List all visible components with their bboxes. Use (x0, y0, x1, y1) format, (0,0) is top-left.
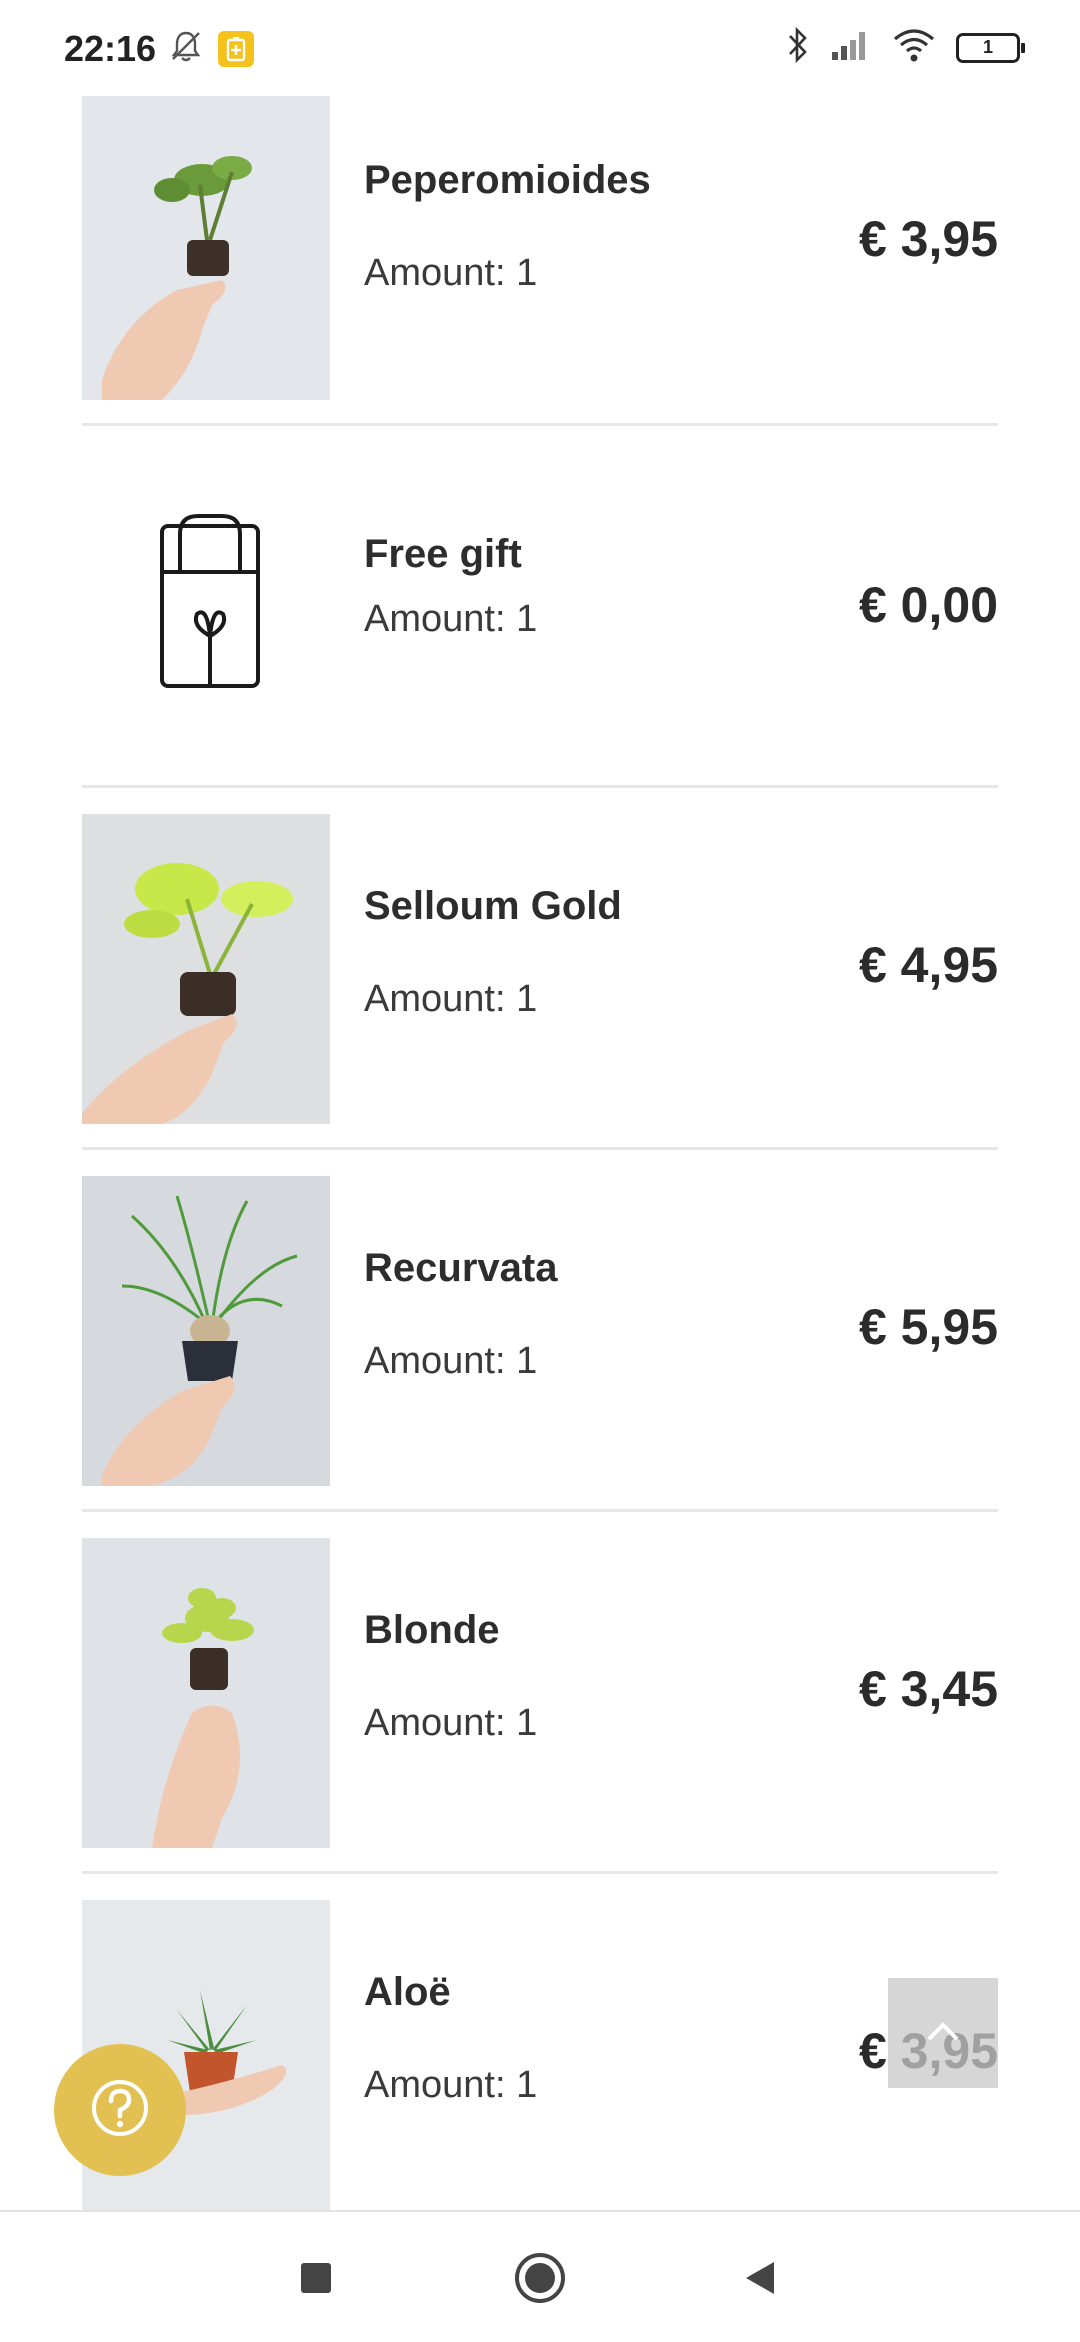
product-image-selloum-gold (82, 814, 330, 1124)
scroll-top-button[interactable] (888, 1978, 998, 2088)
cart-item[interactable]: Peperomioides Amount: 1 € 3,95 (82, 90, 998, 426)
product-image-peperomioides (82, 90, 330, 400)
product-amount: Amount: 1 (364, 1340, 538, 1382)
product-amount: Amount: 1 (364, 598, 538, 640)
product-amount: Amount: 1 (364, 978, 538, 1020)
product-name: Aloë (364, 1970, 451, 2014)
product-price: € 3,95 (858, 211, 998, 267)
battery-saver-icon (218, 30, 254, 67)
cart-item[interactable]: Recurvata Amount: 1 € 5,95 (82, 1150, 998, 1512)
navigation-bar (0, 2210, 1080, 2342)
product-image-recurvata (82, 1176, 330, 1486)
status-left-icons (168, 28, 254, 69)
product-name: Blonde (364, 1608, 500, 1652)
product-price: € 3,45 (858, 1661, 998, 1717)
cart-item[interactable]: Blonde Amount: 1 € 3,45 (82, 1512, 998, 1874)
product-name: Recurvata (364, 1246, 558, 1290)
product-price: € 0,00 (858, 577, 998, 633)
help-button[interactable] (54, 2044, 186, 2176)
cart-item[interactable]: Selloum Gold Amount: 1 € 4,95 (82, 788, 998, 1150)
signal-icon (830, 28, 872, 67)
battery-level: 1 (982, 37, 993, 57)
battery-icon: 1 (956, 32, 1025, 63)
bluetooth-icon (786, 26, 810, 69)
home-icon (513, 2251, 567, 2310)
product-name: Peperomioides (364, 158, 651, 202)
bell-off-icon (168, 28, 204, 69)
product-amount: Amount: 1 (364, 252, 538, 294)
wifi-icon (892, 27, 936, 68)
status-bar: 22:16 1 (0, 0, 1080, 96)
product-price: € 4,95 (858, 937, 998, 993)
product-name: Free gift (364, 532, 522, 576)
cart-item[interactable]: Free gift Amount: 1 € 0,00 (82, 426, 998, 788)
back-button[interactable] (730, 2250, 790, 2310)
status-right-icons: 1 (786, 26, 1025, 69)
help-icon (88, 2076, 152, 2145)
home-button[interactable] (510, 2250, 570, 2310)
cart-item[interactable]: Aloë Amount: 1 € 3,95 (82, 1874, 998, 2214)
back-icon (742, 2259, 778, 2302)
product-amount: Amount: 1 (364, 1702, 538, 1744)
product-name: Selloum Gold (364, 884, 622, 928)
recents-button[interactable] (286, 2250, 346, 2310)
recents-icon (298, 2260, 334, 2301)
gift-bag-icon (82, 456, 330, 766)
product-image-blonde (82, 1538, 330, 1848)
product-price: € 5,95 (858, 1299, 998, 1355)
status-time: 22:16 (64, 28, 157, 69)
chevron-up-icon (923, 2019, 963, 2048)
product-amount: Amount: 1 (364, 2064, 538, 2106)
